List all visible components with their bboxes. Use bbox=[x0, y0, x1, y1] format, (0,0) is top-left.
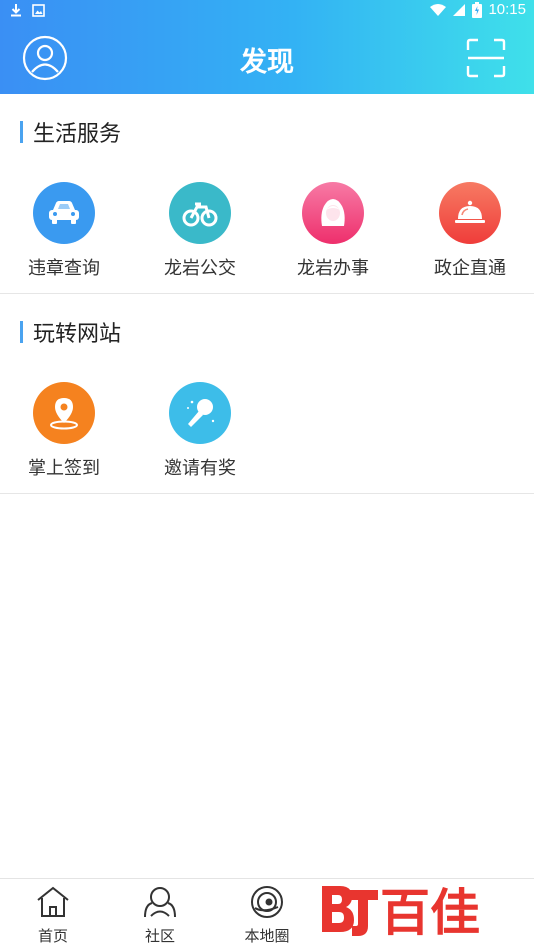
tab-label: 社区 bbox=[144, 927, 175, 945]
service-longyan-affairs[interactable]: 龙岩办事 bbox=[278, 182, 388, 282]
service-mobile-checkin[interactable]: 掌上签到 bbox=[9, 382, 119, 482]
scan-icon bbox=[466, 38, 506, 78]
tab-community[interactable]: 社区 bbox=[115, 885, 205, 946]
status-bar: 10:15 bbox=[0, 0, 534, 24]
home-icon bbox=[37, 886, 69, 917]
status-time: 10:15 bbox=[488, 1, 526, 18]
service-invite-reward[interactable]: 邀请有奖 bbox=[145, 382, 255, 482]
section-title-play-website: 玩转网站 bbox=[20, 318, 122, 347]
local-circle-icon bbox=[251, 886, 283, 918]
section-divider bbox=[0, 293, 534, 294]
page-title: 发现 bbox=[240, 47, 294, 78]
community-icon bbox=[144, 887, 176, 918]
service-label: 龙岩办事 bbox=[297, 258, 369, 279]
service-label: 龙岩公交 bbox=[164, 258, 236, 279]
service-label: 违章查询 bbox=[28, 258, 100, 279]
section-title-text: 生活服务 bbox=[33, 122, 122, 147]
signal-icon bbox=[453, 3, 466, 16]
service-longyan-bus[interactable]: 龙岩公交 bbox=[145, 182, 255, 282]
person-icon bbox=[302, 182, 364, 244]
battery-icon bbox=[472, 1, 483, 18]
watermark-text: 百佳 bbox=[380, 884, 480, 940]
microphone-icon bbox=[169, 382, 231, 444]
service-enterprise-direct[interactable]: 政企直通 bbox=[415, 182, 525, 282]
download-icon bbox=[11, 4, 21, 17]
service-label: 掌上签到 bbox=[28, 458, 100, 479]
section-title-life-services: 生活服务 bbox=[20, 118, 122, 147]
wifi-icon bbox=[430, 3, 447, 16]
section-divider bbox=[0, 493, 534, 494]
bus-bike-icon bbox=[169, 182, 231, 244]
tab-label: 首页 bbox=[37, 927, 68, 945]
image-notification-icon bbox=[32, 3, 45, 17]
scan-button[interactable] bbox=[466, 38, 506, 78]
service-bell-icon bbox=[439, 182, 501, 244]
location-pin-icon bbox=[33, 382, 95, 444]
section-title-text: 玩转网站 bbox=[33, 322, 122, 347]
service-violation-query[interactable]: 违章查询 bbox=[9, 182, 119, 282]
section-accent-bar bbox=[20, 121, 23, 143]
service-label: 邀请有奖 bbox=[164, 458, 236, 479]
tab-local-circle[interactable]: 本地圈 bbox=[222, 885, 312, 946]
service-label: 政企直通 bbox=[434, 258, 506, 279]
section-accent-bar bbox=[20, 321, 23, 343]
watermark-logo: 百佳 bbox=[318, 880, 518, 942]
car-icon bbox=[33, 182, 95, 244]
tab-label: 本地圈 bbox=[244, 927, 290, 945]
tab-home[interactable]: 首页 bbox=[8, 885, 98, 946]
app-header: 10:15 发现 bbox=[0, 0, 534, 94]
